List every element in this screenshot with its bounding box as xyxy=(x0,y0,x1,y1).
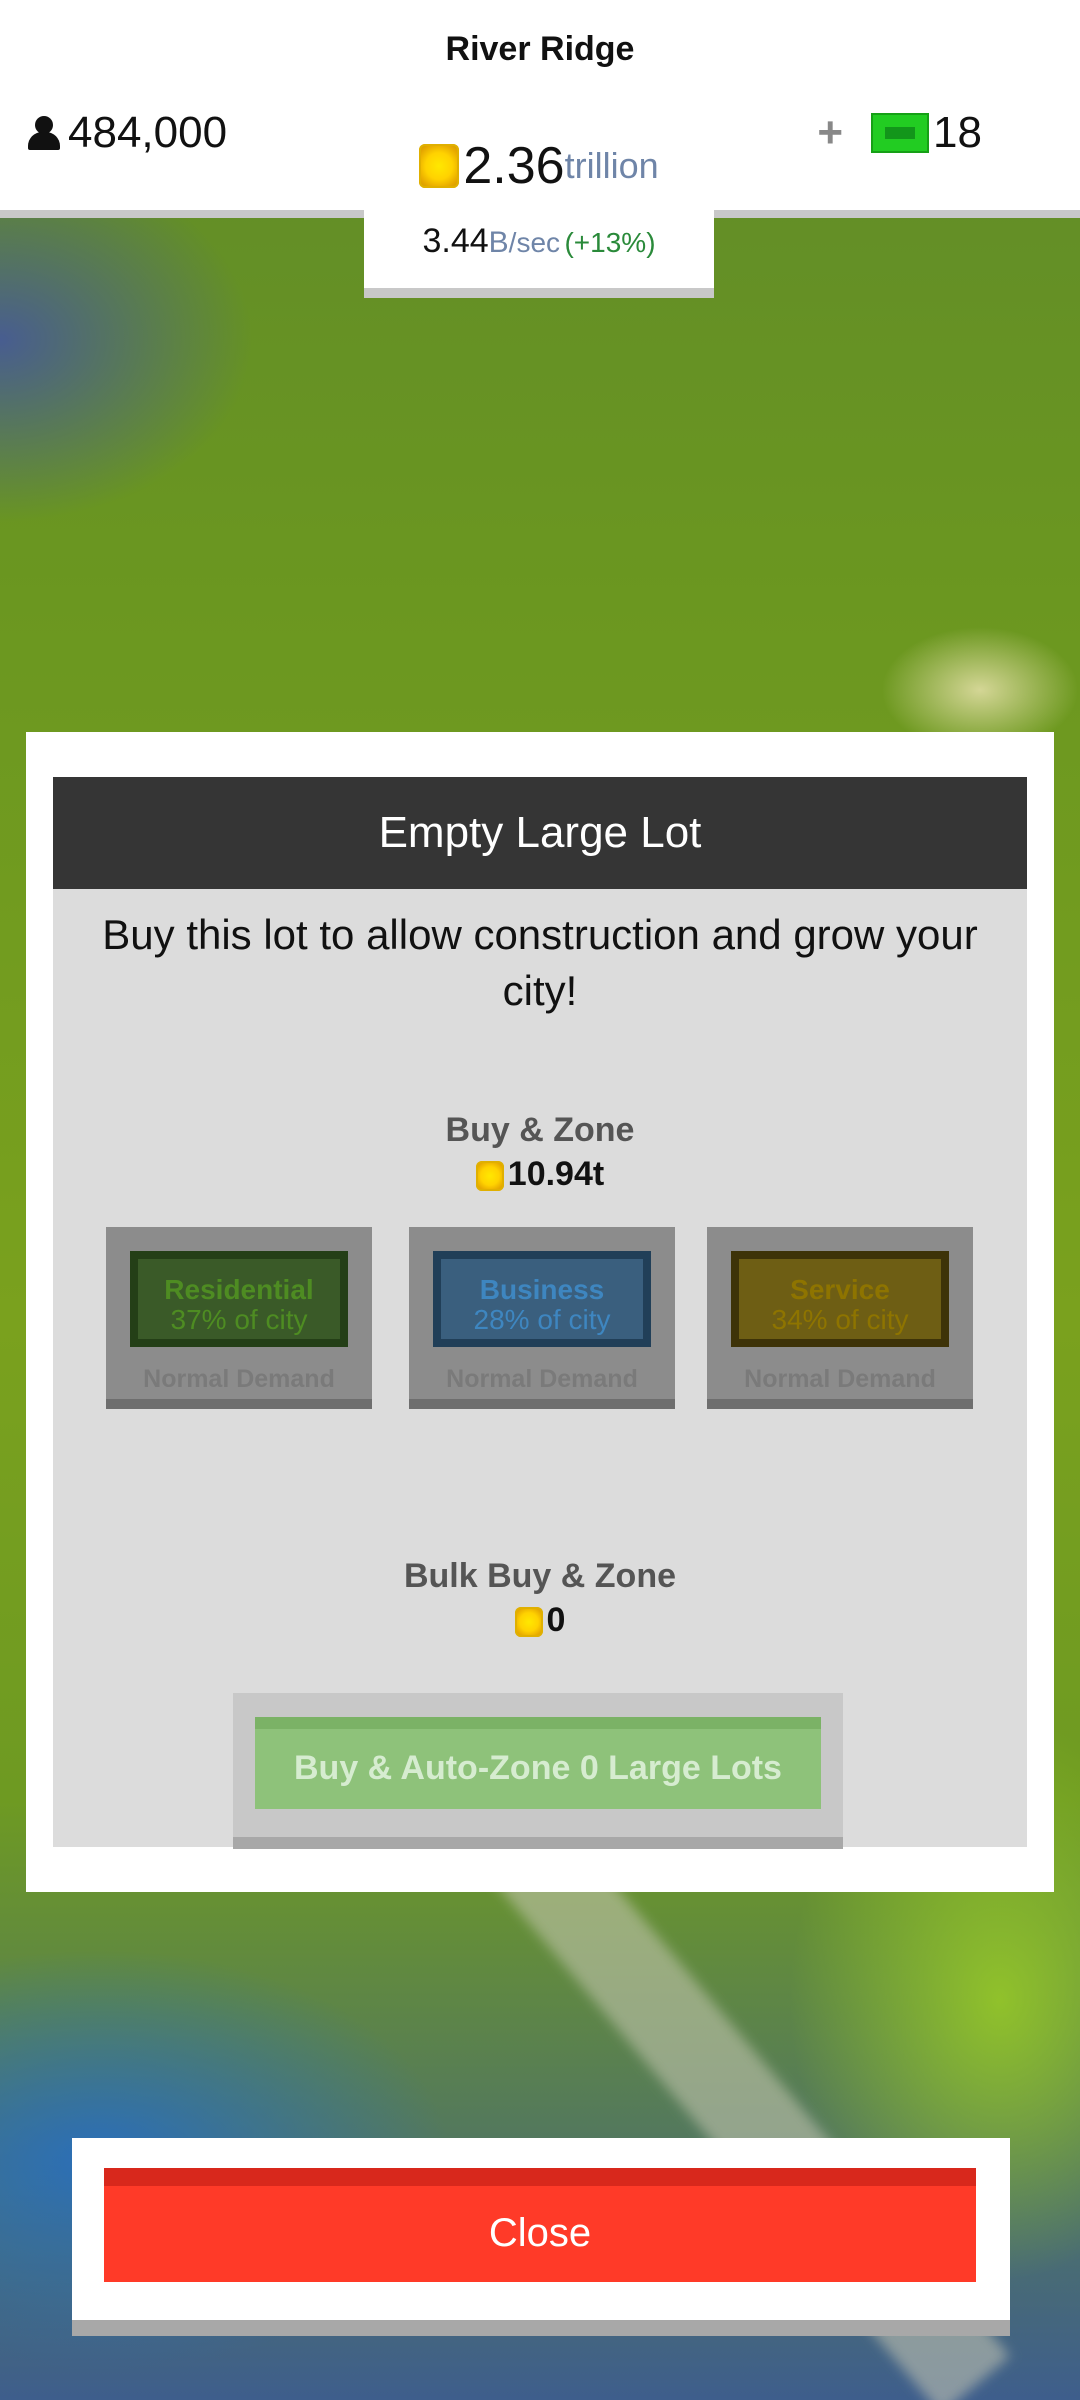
zone-residential-button[interactable]: Residential 37% of city Normal Demand xyxy=(106,1227,372,1409)
zone-business-button[interactable]: Business 28% of city Normal Demand xyxy=(409,1227,675,1409)
bucks-count: 18 xyxy=(933,108,982,157)
zone-demand: Normal Demand xyxy=(143,1365,335,1393)
dialog-description: Buy this lot to allow construction and g… xyxy=(102,911,978,1014)
zone-business-swatch: Business 28% of city xyxy=(433,1251,651,1347)
coin-icon xyxy=(419,144,460,188)
cash-display: 2.36trillion 3.44B/sec (+13%) xyxy=(364,120,714,298)
plus-icon[interactable]: + xyxy=(817,108,843,158)
buy-zone-price: 10.94t xyxy=(53,1155,1027,1194)
buy-zone-price-value: 10.94t xyxy=(507,1155,605,1193)
buy-zone-label: Buy & Zone xyxy=(445,1111,635,1149)
zone-demand: Normal Demand xyxy=(744,1365,936,1393)
close-button[interactable]: Close xyxy=(104,2168,976,2282)
bucks-display[interactable]: + 18 xyxy=(817,108,982,158)
bulk-buy-frame: Buy & Auto-Zone 0 Large Lots xyxy=(233,1693,843,1849)
bulk-buy-price: 0 xyxy=(53,1601,1027,1640)
cash-bill-icon xyxy=(871,113,930,153)
zone-service-button[interactable]: Service 34% of city Normal Demand xyxy=(707,1227,973,1409)
zone-name: Business xyxy=(479,1274,605,1305)
zone-name: Residential xyxy=(164,1274,314,1305)
zone-service-swatch: Service 34% of city xyxy=(731,1251,949,1347)
cash-total-row: 2.36trillion xyxy=(364,136,714,196)
game-screen: River Ridge 484,000 + 18 2.36trillion 3.… xyxy=(0,0,1080,2400)
bulk-buy-label: Bulk Buy & Zone xyxy=(403,1557,677,1595)
cash-unit: trillion xyxy=(564,145,659,186)
lot-dialog: Empty Large Lot Buy this lot to allow co… xyxy=(26,732,1054,1892)
zone-share: 28% of city xyxy=(473,1304,611,1335)
zone-residential-swatch: Residential 37% of city xyxy=(130,1251,348,1347)
cash-amount: 2.36 xyxy=(463,137,565,195)
zone-demand: Normal Demand xyxy=(446,1365,638,1393)
zone-share: 37% of city xyxy=(170,1304,308,1335)
coin-icon xyxy=(514,1607,543,1638)
bulk-auto-zone-button[interactable]: Buy & Auto-Zone 0 Large Lots xyxy=(255,1717,821,1809)
close-frame: Close xyxy=(72,2138,1010,2336)
income-rate-amount: 3.44 xyxy=(422,222,489,260)
zone-share: 34% of city xyxy=(771,1304,909,1335)
person-icon xyxy=(26,116,62,150)
lot-dialog-body: Empty Large Lot Buy this lot to allow co… xyxy=(53,777,1027,1849)
population-value: 484,000 xyxy=(68,108,228,157)
income-rate-row: 3.44B/sec (+13%) xyxy=(364,222,714,261)
income-rate-per: /sec xyxy=(508,227,561,258)
city-name: River Ridge xyxy=(445,30,635,68)
income-rate-unit: B xyxy=(488,226,509,259)
dialog-title: Empty Large Lot xyxy=(53,777,1027,889)
income-rate-change: (+13%) xyxy=(564,227,656,258)
bulk-buy-price-value: 0 xyxy=(546,1601,566,1639)
coin-icon xyxy=(475,1161,504,1192)
population-display: 484,000 xyxy=(26,108,227,158)
zone-name: Service xyxy=(790,1274,890,1305)
